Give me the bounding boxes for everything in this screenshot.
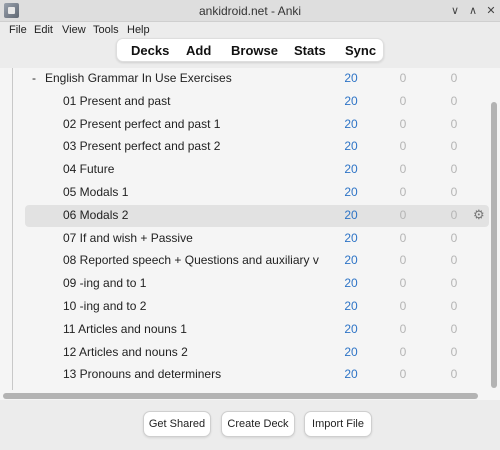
close-button[interactable]: ✕: [482, 2, 500, 20]
deck-name[interactable]: 10 -ing and to 2: [63, 299, 319, 313]
import-file-button[interactable]: Import File: [304, 411, 372, 437]
due-count: 0: [450, 162, 458, 177]
due-count: 0: [450, 71, 458, 85]
new-count: 20: [344, 230, 358, 245]
new-count: 20: [344, 185, 358, 199]
new-count: 20: [344, 344, 358, 359]
deck-row[interactable]: 12 Articles and nouns 2 20 0 0: [25, 342, 489, 364]
menu-edit[interactable]: Edit: [34, 24, 53, 36]
new-count: 20: [344, 253, 358, 268]
learn-count: 0: [399, 139, 407, 154]
learn-count: 0: [399, 71, 407, 85]
due-count: 0: [450, 344, 458, 359]
due-count: 0: [450, 321, 458, 336]
new-count: 20: [344, 139, 358, 154]
browse-button[interactable]: Browse: [231, 43, 278, 58]
deck-name[interactable]: 11 Articles and nouns 1: [63, 322, 319, 336]
gear-icon[interactable]: ⚙: [473, 207, 485, 223]
due-count: 0: [450, 207, 458, 222]
deck-row[interactable]: 10 -ing and to 2 20 0 0: [25, 296, 489, 318]
due-count: 0: [450, 299, 458, 313]
due-count: 0: [450, 185, 458, 199]
deck-row[interactable]: 08 Reported speech + Questions and auxil…: [25, 250, 489, 272]
deck-name[interactable]: 12 Articles and nouns 2: [63, 345, 319, 359]
new-count: 20: [344, 162, 358, 177]
due-count: 0: [450, 93, 458, 108]
deck-name[interactable]: 07 If and wish + Passive: [63, 231, 319, 245]
collapse-toggle[interactable]: -: [32, 71, 36, 85]
decks-button[interactable]: Decks: [131, 43, 169, 58]
deck-name[interactable]: 01 Present and past: [63, 94, 319, 108]
deck-row[interactable]: 03 Present perfect and past 2 20 0 0: [25, 136, 489, 158]
deck-row[interactable]: 06 Modals 2 20 0 0 ⚙: [25, 204, 489, 227]
deck-row[interactable]: 02 Present perfect and past 1 20 0 0: [25, 114, 489, 136]
new-count: 20: [344, 321, 358, 336]
learn-count: 0: [399, 207, 407, 222]
horizontal-scrollbar[interactable]: [3, 393, 478, 399]
create-deck-button[interactable]: Create Deck: [221, 411, 295, 437]
deck-name[interactable]: 09 -ing and to 1: [63, 276, 319, 290]
stats-button[interactable]: Stats: [294, 43, 326, 58]
learn-count: 0: [399, 162, 407, 177]
new-count: 20: [344, 367, 358, 382]
title-bar: ankidroid.net - Anki ∨ ∧ ✕: [0, 0, 500, 22]
deck-row[interactable]: 11 Articles and nouns 1 20 0 0: [25, 319, 489, 341]
deck-name[interactable]: 08 Reported speech + Questions and auxil…: [63, 253, 319, 267]
new-count: 20: [344, 276, 358, 291]
vertical-scrollbar[interactable]: [491, 102, 497, 388]
deck-row[interactable]: 05 Modals 1 20 0 0: [25, 182, 489, 204]
deck-row[interactable]: 13 Pronouns and determiners 20 0 0: [25, 364, 489, 386]
due-count: 0: [450, 253, 458, 268]
due-count: 0: [450, 276, 458, 291]
deck-name[interactable]: 04 Future: [63, 162, 319, 176]
maximize-button[interactable]: ∧: [464, 2, 482, 20]
menu-tools[interactable]: Tools: [93, 24, 119, 36]
menu-help[interactable]: Help: [127, 24, 150, 36]
deck-row[interactable]: 09 -ing and to 1 20 0 0: [25, 273, 489, 295]
learn-count: 0: [399, 276, 407, 291]
bottom-bar: Get Shared Create Deck Import File: [0, 402, 500, 450]
new-count: 20: [344, 71, 358, 85]
deck-row[interactable]: 07 If and wish + Passive 20 0 0: [25, 228, 489, 250]
deck-name[interactable]: 06 Modals 2: [63, 208, 319, 222]
due-count: 0: [450, 139, 458, 154]
learn-count: 0: [399, 253, 407, 268]
learn-count: 0: [399, 185, 407, 199]
new-count: 20: [344, 116, 358, 131]
learn-count: 0: [399, 299, 407, 313]
new-count: 20: [344, 93, 358, 108]
learn-count: 0: [399, 116, 407, 131]
learn-count: 0: [399, 93, 407, 108]
sync-button[interactable]: Sync: [345, 43, 376, 58]
due-count: 0: [450, 367, 458, 382]
deck-row[interactable]: 04 Future 20 0 0: [25, 159, 489, 181]
learn-count: 0: [399, 367, 407, 382]
learn-count: 0: [399, 230, 407, 245]
minimize-button[interactable]: ∨: [446, 2, 464, 20]
menu-view[interactable]: View: [62, 24, 86, 36]
learn-count: 0: [399, 344, 407, 359]
learn-count: 0: [399, 321, 407, 336]
deck-name[interactable]: 05 Modals 1: [63, 185, 319, 199]
deck-name[interactable]: 02 Present perfect and past 1: [63, 117, 319, 131]
deck-name[interactable]: English Grammar In Use Exercises: [45, 71, 335, 85]
deck-row-parent[interactable]: - English Grammar In Use Exercises 20 0 0: [25, 68, 489, 90]
get-shared-button[interactable]: Get Shared: [143, 411, 211, 437]
deck-name[interactable]: 13 Pronouns and determiners: [63, 367, 319, 381]
new-count: 20: [344, 299, 358, 313]
deck-browser: - English Grammar In Use Exercises 20 0 0 01 …: [0, 68, 500, 400]
new-count: 20: [344, 207, 358, 222]
window-title: ankidroid.net - Anki: [198, 4, 302, 18]
due-count: 0: [450, 116, 458, 131]
add-button[interactable]: Add: [186, 43, 211, 58]
panel-border: [12, 68, 13, 390]
deck-row[interactable]: 01 Present and past 20 0 0: [25, 91, 489, 113]
deck-name[interactable]: 03 Present perfect and past 2: [63, 139, 319, 153]
main-toolbar: Decks Add Browse Stats Sync: [116, 38, 384, 62]
menu-file[interactable]: File: [9, 24, 27, 36]
due-count: 0: [450, 230, 458, 245]
